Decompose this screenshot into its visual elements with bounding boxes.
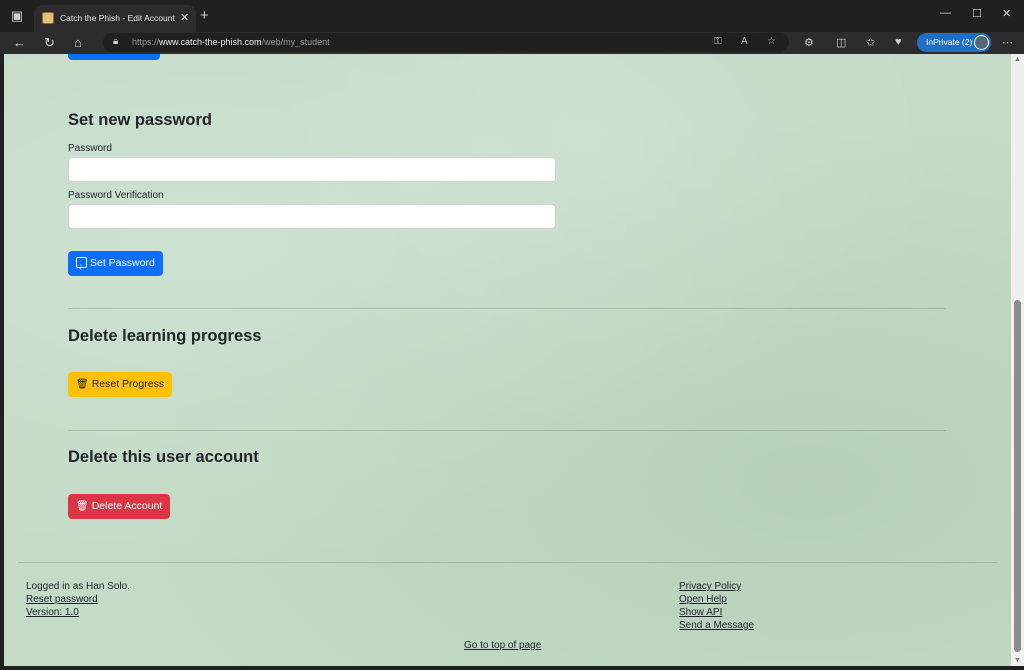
password-label: Password <box>68 143 112 154</box>
divider <box>68 430 946 431</box>
send-message-link[interactable]: Send a Message <box>679 620 754 631</box>
window-close-icon[interactable]: ✕ <box>1002 7 1011 20</box>
back-icon[interactable]: ← <box>13 35 26 51</box>
scrollbar-thumb[interactable] <box>1014 300 1021 652</box>
browser-tab[interactable]: Catch the Phish - Edit Account ✕ <box>34 5 196 32</box>
set-password-heading: Set new password <box>68 111 212 129</box>
browser-toolbar: ← ↻ ⌂ 🔒︎ https://www.catch-the-phish.com… <box>0 32 1024 54</box>
page-scrollbar[interactable]: ▲ ▼ <box>1011 54 1024 666</box>
key-icon[interactable]: ⚿ <box>714 36 722 47</box>
lock-icon: 🔒︎ <box>113 36 119 47</box>
set-password-button[interactable]: Set Password <box>68 251 163 279</box>
tab-title: Catch the Phish - Edit Account <box>60 13 175 23</box>
delete-account-button[interactable]: 🗑︎ Delete Account <box>68 494 171 519</box>
favorite-star-icon[interactable]: ☆ <box>767 36 776 47</box>
site-favicon-icon <box>42 12 54 24</box>
split-screen-icon[interactable]: ◫ <box>836 36 846 49</box>
privacy-policy-link[interactable]: Privacy Policy <box>679 581 741 592</box>
favorites-icon[interactable]: ✩ <box>866 36 875 49</box>
extensions-icon[interactable]: ⚙ <box>804 36 814 49</box>
maximize-icon[interactable]: ☐ <box>972 7 982 20</box>
open-help-link[interactable]: Open Help <box>679 594 727 605</box>
more-options-icon[interactable]: ⋯ <box>1002 36 1013 49</box>
refresh-icon[interactable]: ↻ <box>44 35 55 51</box>
new-tab-icon[interactable]: + <box>200 7 209 24</box>
address-bar[interactable]: 🔒︎ https://www.catch-the-phish.com/web/m… <box>103 33 789 52</box>
go-to-top-link[interactable]: Go to top of page <box>464 640 541 651</box>
page-content: Set new password Password Password Verif… <box>4 54 1011 666</box>
save-icon <box>76 254 87 279</box>
scroll-up-icon[interactable]: ▲ <box>1014 56 1021 63</box>
url-text: https://www.catch-the-phish.com/web/my_s… <box>132 37 330 47</box>
divider <box>68 308 946 309</box>
tab-actions-icon[interactable]: ▣ <box>9 8 25 24</box>
password-verification-label: Password Verification <box>68 190 164 201</box>
show-api-link[interactable]: Show API <box>679 607 722 618</box>
avatar <box>974 35 989 50</box>
reset-progress-button[interactable]: 🗑︎ Reset Progress <box>68 372 173 397</box>
reset-progress-button-label: Reset Progress <box>91 378 165 390</box>
trash-icon: 🗑︎ <box>76 501 89 512</box>
trash-icon: 🗑︎ <box>76 379 89 390</box>
set-password-button-label: Set Password <box>90 257 155 269</box>
inprivate-badge[interactable]: InPrivate (2) <box>917 33 991 52</box>
delete-account-button-label: Delete Account <box>91 500 163 512</box>
logged-in-text: Logged in as Han Solo. <box>26 581 130 592</box>
delete-progress-heading: Delete learning progress <box>68 327 262 345</box>
scroll-down-icon[interactable]: ▼ <box>1014 657 1021 664</box>
reset-password-link[interactable]: Reset password <box>26 594 98 605</box>
tab-close-icon[interactable]: ✕ <box>180 11 189 24</box>
partially-visible-button[interactable] <box>68 54 160 60</box>
password-input[interactable] <box>68 157 556 182</box>
read-aloud-icon[interactable]: A <box>741 36 748 47</box>
browser-tab-bar: ▣ Catch the Phish - Edit Account ✕ + — ☐… <box>0 0 1024 32</box>
home-icon[interactable]: ⌂ <box>74 35 82 51</box>
browser-essentials-icon[interactable]: ♥ <box>895 36 902 48</box>
version-link[interactable]: Version: 1.0 <box>26 607 79 618</box>
password-verification-input[interactable] <box>68 204 556 229</box>
footer-divider <box>18 562 997 563</box>
delete-account-heading: Delete this user account <box>68 448 259 466</box>
minimize-icon[interactable]: — <box>940 7 951 19</box>
